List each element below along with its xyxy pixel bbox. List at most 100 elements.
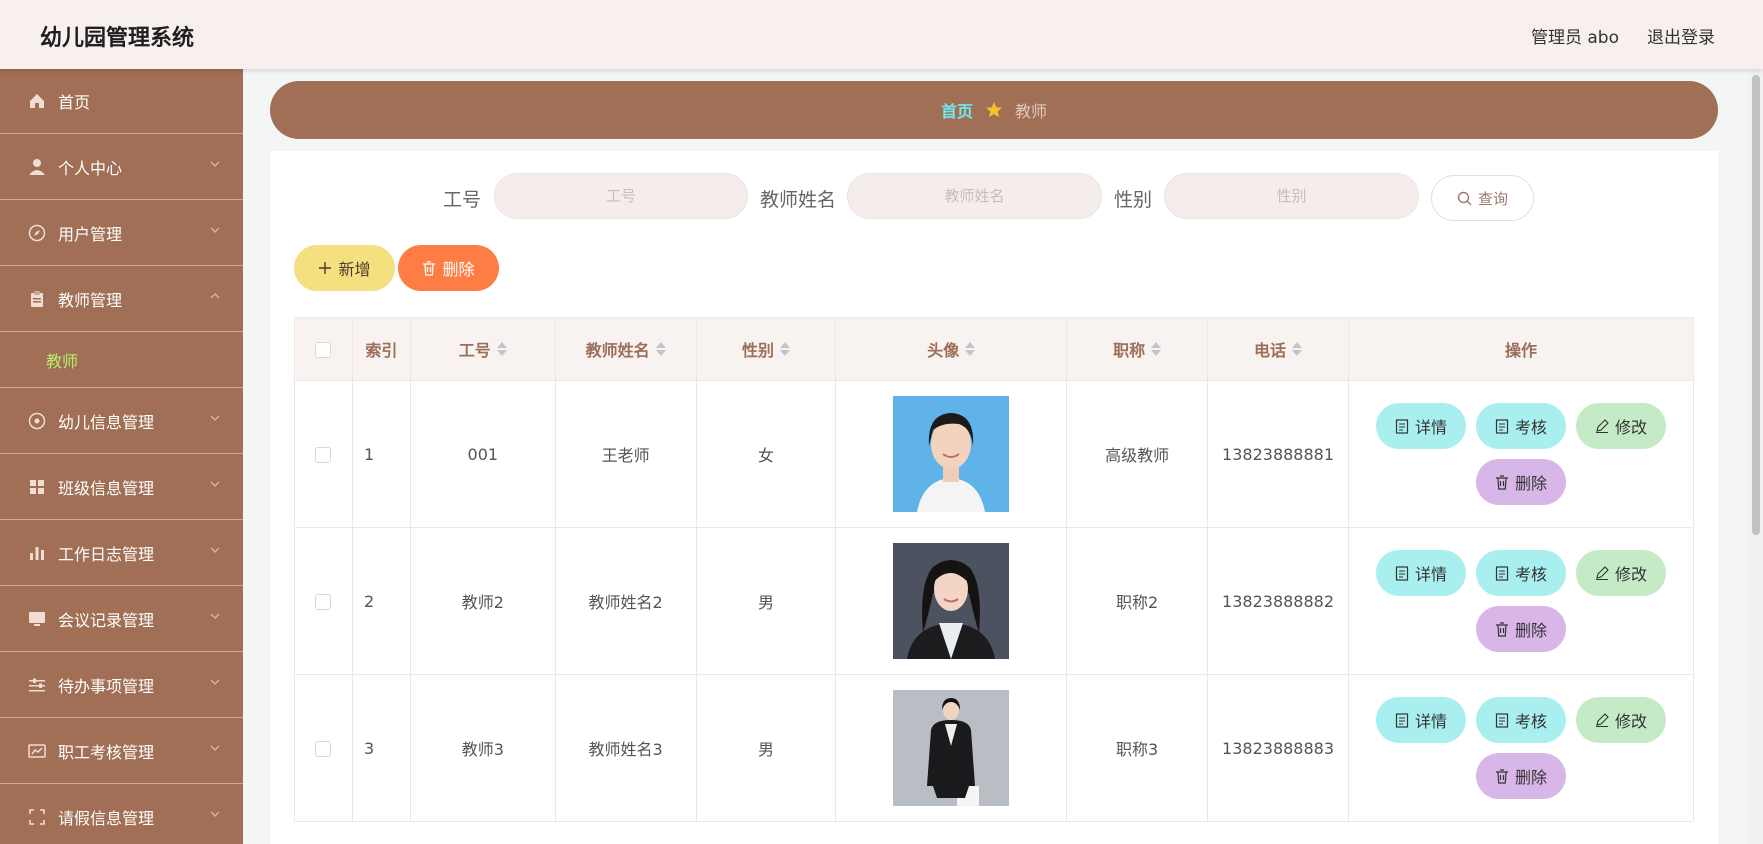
detail-button[interactable]: 详情 <box>1376 697 1466 743</box>
column-header-gender[interactable]: 性别 <box>695 317 837 381</box>
home-icon <box>28 92 46 110</box>
scrollbar-thumb[interactable] <box>1752 75 1760 535</box>
cell-index: 2 <box>351 527 411 675</box>
sort-icon[interactable] <box>496 342 507 356</box>
table-row: 3 教师3 教师姓名3 男 职称3 13823888883 详情 考核 修改 删… <box>294 674 1694 822</box>
add-button-label: 新增 <box>338 260 371 279</box>
sidebar-item-worklog[interactable]: 工作日志管理 <box>0 520 243 586</box>
sidebar-item-meetings[interactable]: 会议记录管理 <box>0 586 243 652</box>
detail-button[interactable]: 详情 <box>1376 550 1466 596</box>
sidebar-item-users[interactable]: 用户管理 <box>0 200 243 266</box>
employee-id-input[interactable] <box>494 173 748 219</box>
search-form: 工号 教师姓名 性别 查询 <box>270 173 1718 221</box>
plus-icon <box>319 262 332 274</box>
chevron-down-icon <box>210 227 220 233</box>
sidebar-item-todos[interactable]: 待办事项管理 <box>0 652 243 718</box>
cell-title: 高级教师 <box>1066 380 1209 528</box>
cell-avatar <box>835 527 1068 675</box>
delete-button[interactable]: 删除 <box>1476 753 1566 799</box>
delete-button-label: 删除 <box>1514 768 1547 787</box>
document-icon <box>1495 712 1509 728</box>
logout-link[interactable]: 退出登录 <box>1647 23 1715 48</box>
gender-label: 性别 <box>1114 189 1153 211</box>
main-panel: 工号 教师姓名 性别 查询 新增 删除 索引 工号 教师姓名 <box>270 151 1718 844</box>
sort-icon[interactable] <box>1292 342 1303 356</box>
sort-icon[interactable] <box>965 342 976 356</box>
column-label: 索引 <box>365 341 398 360</box>
sidebar-item-label: 教师管理 <box>58 290 123 310</box>
sidebar-item-label: 幼儿信息管理 <box>58 412 155 432</box>
sort-icon[interactable] <box>1151 342 1162 356</box>
cell-avatar <box>835 674 1068 822</box>
delete-button[interactable]: 删除 <box>1476 606 1566 652</box>
assess-button-label: 考核 <box>1514 565 1547 584</box>
select-all-checkbox[interactable] <box>315 342 332 358</box>
cell-phone: 13823888883 <box>1207 674 1350 822</box>
assess-button-label: 考核 <box>1514 418 1547 437</box>
query-button[interactable]: 查询 <box>1431 175 1534 221</box>
breadcrumb: 首页 教师 <box>270 81 1718 139</box>
cell-title: 职称3 <box>1066 674 1209 822</box>
assess-button[interactable]: 考核 <box>1476 550 1566 596</box>
row-checkbox[interactable] <box>315 741 332 757</box>
breadcrumb-home[interactable]: 首页 <box>941 98 973 122</box>
trash-icon <box>1495 621 1508 637</box>
sidebar-subitem-teacher[interactable]: 教师 <box>0 332 243 388</box>
detail-button[interactable]: 详情 <box>1376 403 1466 449</box>
column-header-title[interactable]: 职称 <box>1066 317 1209 381</box>
avatar <box>893 690 1010 806</box>
row-checkbox[interactable] <box>315 594 332 610</box>
add-button[interactable]: 新增 <box>294 245 395 291</box>
chevron-down-icon <box>210 811 220 817</box>
avatar <box>893 396 1010 512</box>
sidebar-item-leave[interactable]: 请假信息管理 <box>0 784 243 844</box>
current-user[interactable]: 管理员 abo <box>1531 23 1619 48</box>
grid-icon <box>28 478 46 496</box>
edit-button[interactable]: 修改 <box>1576 697 1666 743</box>
cell-name: 教师姓名2 <box>554 527 697 675</box>
detail-button-label: 详情 <box>1414 712 1447 731</box>
edit-button[interactable]: 修改 <box>1576 550 1666 596</box>
document-icon <box>1395 712 1409 728</box>
column-label: 头像 <box>927 341 960 360</box>
sidebar-item-label: 首页 <box>58 93 91 112</box>
sidebar-item-children[interactable]: 幼儿信息管理 <box>0 388 243 454</box>
teacher-name-label: 教师姓名 <box>760 189 837 211</box>
assess-button[interactable]: 考核 <box>1476 697 1566 743</box>
edit-button[interactable]: 修改 <box>1576 403 1666 449</box>
sort-icon[interactable] <box>655 342 666 356</box>
page-scrollbar[interactable] <box>1749 69 1763 844</box>
column-header-phone[interactable]: 电话 <box>1207 317 1350 381</box>
row-select-cell <box>294 674 353 822</box>
cell-phone: 13823888882 <box>1207 527 1350 675</box>
column-header-avatar[interactable]: 头像 <box>835 317 1068 381</box>
trash-icon <box>1495 474 1508 490</box>
sidebar-item-profile[interactable]: 个人中心 <box>0 134 243 200</box>
employee-id-label: 工号 <box>443 189 482 211</box>
batch-delete-button[interactable]: 删除 <box>398 245 499 291</box>
sidebar-item-home[interactable]: 首页 <box>0 69 243 134</box>
dial-icon <box>28 412 46 430</box>
avatar <box>893 543 1010 659</box>
chevron-up-icon <box>210 293 220 299</box>
teacher-name-input[interactable] <box>847 173 1102 219</box>
column-label: 电话 <box>1254 341 1287 360</box>
delete-button[interactable]: 删除 <box>1476 459 1566 505</box>
sidebar-item-classes[interactable]: 班级信息管理 <box>0 454 243 520</box>
cell-avatar <box>835 380 1068 528</box>
cell-gender: 男 <box>695 527 837 675</box>
sidebar-item-teachers[interactable]: 教师管理 <box>0 266 243 332</box>
row-checkbox[interactable] <box>315 447 332 463</box>
column-header-name[interactable]: 教师姓名 <box>554 317 697 381</box>
cell-index: 3 <box>351 674 411 822</box>
table-row: 2 教师2 教师姓名2 男 职称2 13823888882 详情 考核 修改 删… <box>294 527 1694 675</box>
sidebar-item-assessment[interactable]: 职工考核管理 <box>0 718 243 784</box>
pencil-icon <box>1595 566 1609 580</box>
cell-gender: 男 <box>695 674 837 822</box>
compass-icon <box>28 224 46 242</box>
column-header-id[interactable]: 工号 <box>409 317 556 381</box>
chevron-down-icon <box>210 613 220 619</box>
sort-icon[interactable] <box>779 342 790 356</box>
gender-input[interactable] <box>1164 173 1419 219</box>
assess-button[interactable]: 考核 <box>1476 403 1566 449</box>
